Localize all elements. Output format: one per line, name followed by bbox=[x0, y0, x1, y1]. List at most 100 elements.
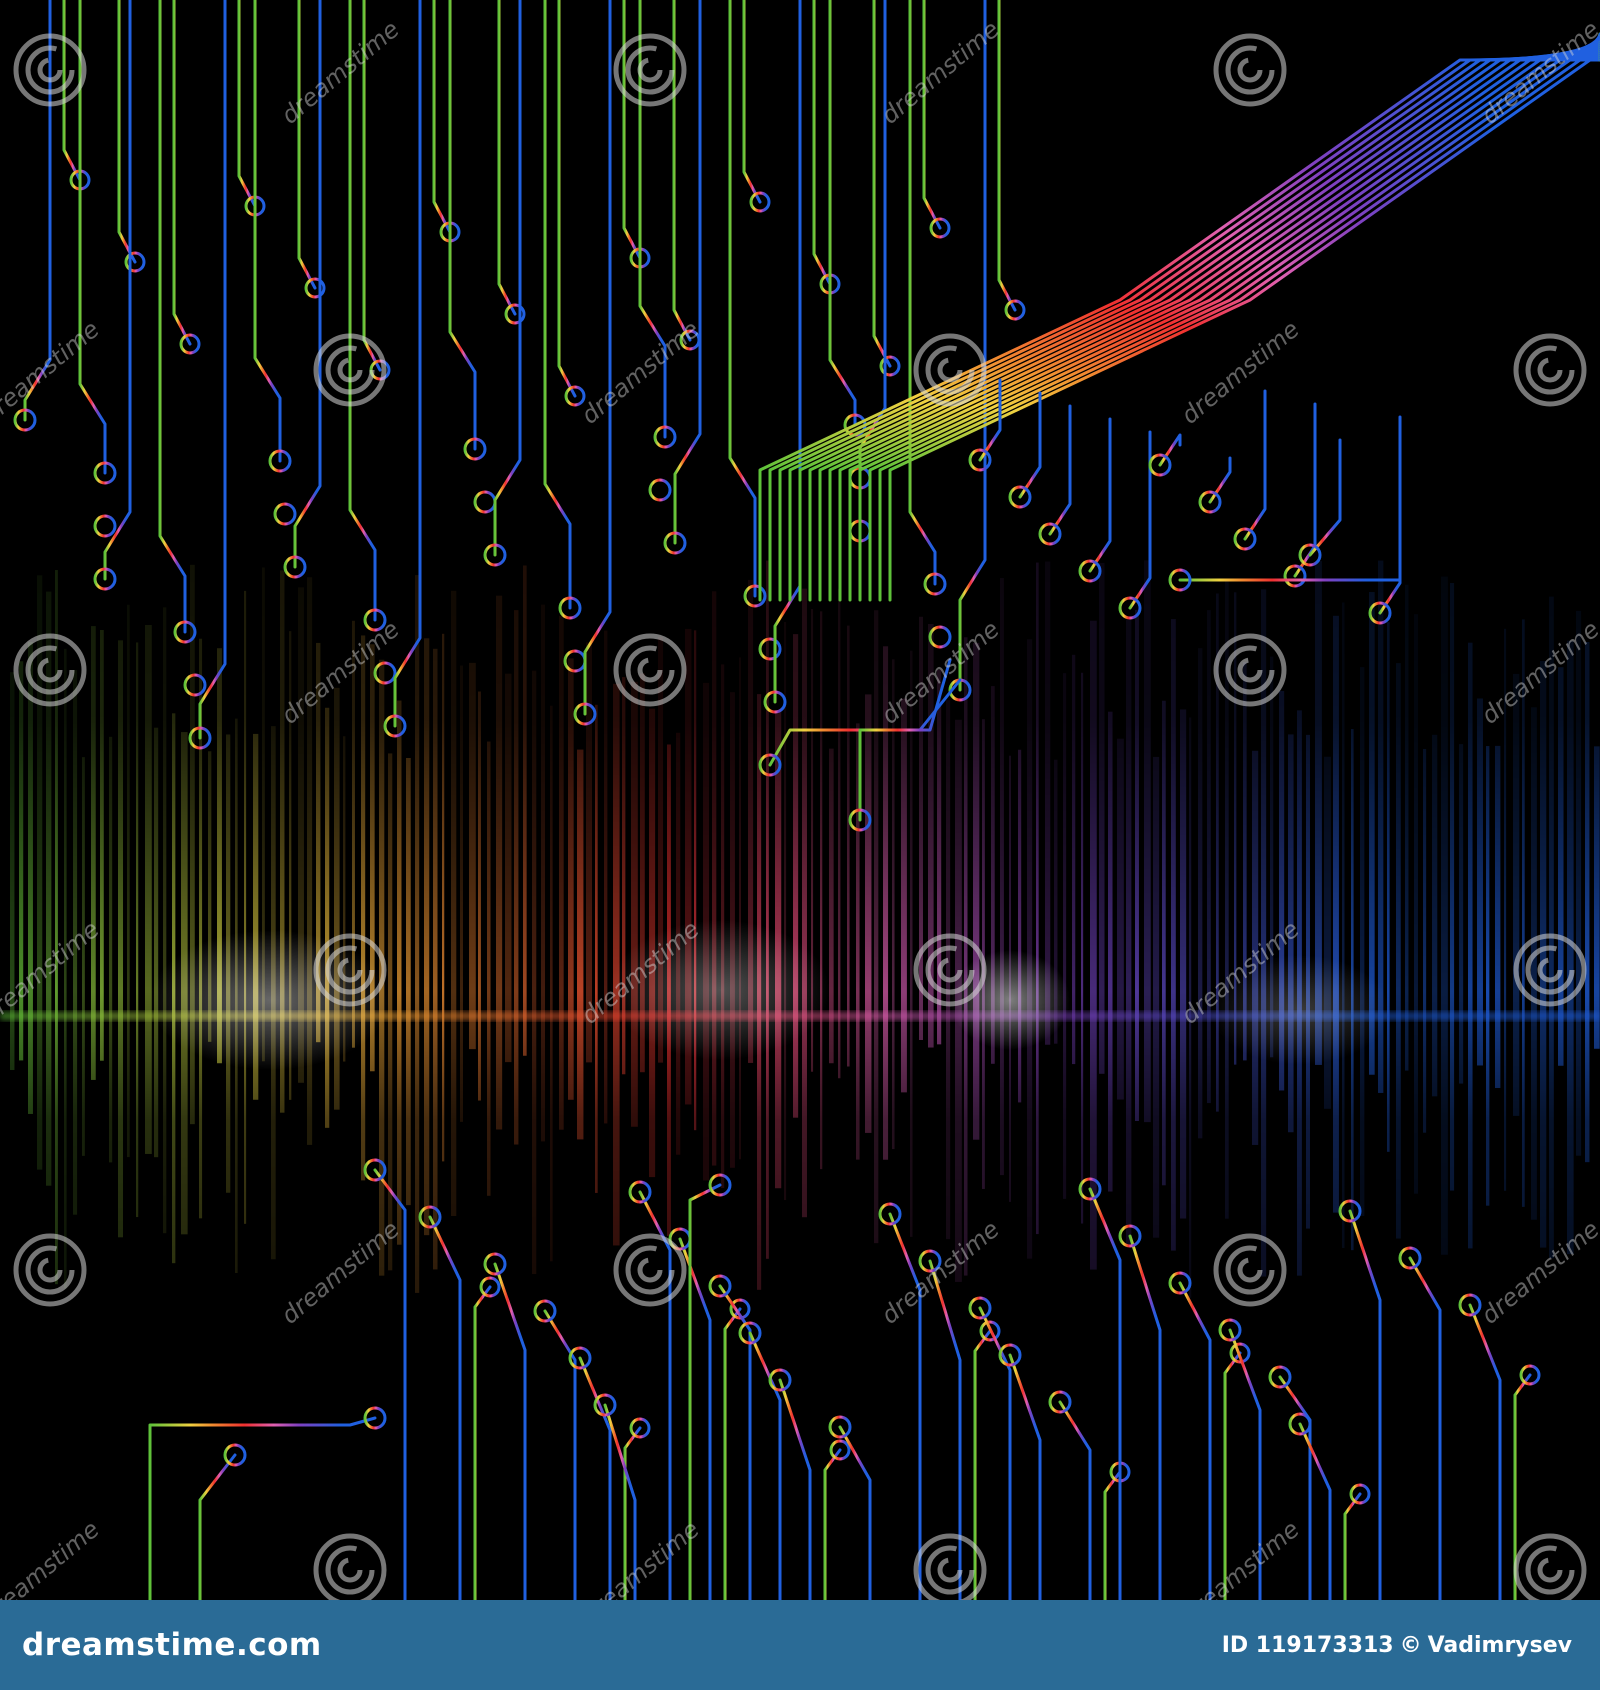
author-name[interactable]: Vadimrysev bbox=[1428, 1633, 1572, 1658]
light-streak bbox=[1342, 602, 1345, 1248]
light-streak bbox=[496, 595, 503, 1130]
light-streak bbox=[1171, 619, 1176, 1251]
light-streak bbox=[1432, 734, 1438, 1097]
light-streak bbox=[901, 698, 907, 1093]
light-streak bbox=[514, 610, 519, 1145]
light-streak bbox=[577, 749, 584, 1140]
light-streak bbox=[541, 604, 546, 1142]
light-streak bbox=[532, 670, 537, 1275]
light-streak bbox=[1522, 619, 1525, 1207]
light-streak bbox=[136, 642, 139, 1218]
light-streak bbox=[1423, 748, 1427, 1133]
light-streak bbox=[604, 630, 608, 1124]
light-streak bbox=[505, 673, 512, 1063]
light-streak bbox=[1486, 746, 1490, 1206]
light-streak bbox=[802, 588, 807, 1218]
light-streak bbox=[28, 642, 33, 1114]
light-streak bbox=[1162, 700, 1166, 1186]
light-streak bbox=[631, 681, 638, 1127]
light-streak bbox=[1450, 582, 1455, 1191]
copyright-symbol: © bbox=[1399, 1632, 1422, 1658]
light-streak bbox=[550, 705, 553, 1262]
light-streak bbox=[1180, 709, 1187, 1219]
light-streak bbox=[793, 634, 799, 1118]
light-streak bbox=[460, 665, 464, 1122]
light-streak bbox=[361, 635, 366, 1181]
light-streak bbox=[1090, 620, 1097, 1270]
light-streak bbox=[433, 648, 438, 1270]
light-streak bbox=[325, 707, 330, 1128]
light-streak bbox=[406, 757, 411, 1206]
light-streak bbox=[397, 700, 402, 1245]
light-streak bbox=[1000, 578, 1004, 1176]
light-streak bbox=[1036, 562, 1039, 1235]
light-streak bbox=[1540, 661, 1547, 1248]
light-streak bbox=[1153, 756, 1160, 1238]
light-streak bbox=[469, 662, 476, 1050]
light-streak bbox=[1027, 639, 1033, 1259]
light-streak bbox=[1405, 584, 1409, 1071]
light-streak bbox=[424, 638, 430, 1236]
light-streak bbox=[1126, 619, 1132, 1248]
light-streak bbox=[1549, 596, 1554, 1259]
image-credit: ID 119173313 © Vadimrysev bbox=[1222, 1633, 1572, 1658]
light-streak bbox=[1594, 746, 1600, 1049]
light-streak bbox=[739, 657, 742, 1160]
circuit-board-artwork: dreamstime dreamstime dreamstime dreamstime… bbox=[0, 0, 1600, 1600]
light-streak bbox=[838, 588, 841, 1079]
light-streak bbox=[1144, 560, 1151, 1123]
light-streak bbox=[244, 590, 247, 1224]
light-streak bbox=[487, 741, 491, 1196]
light-streak bbox=[568, 658, 574, 1100]
circuit-svg: dreamstime dreamstime dreamstimedreamstime… bbox=[0, 0, 1600, 1600]
light-streak bbox=[1585, 641, 1590, 1163]
light-streak bbox=[1207, 610, 1211, 1104]
light-streak bbox=[1108, 711, 1113, 1192]
light-streak bbox=[1531, 707, 1537, 1220]
light-streak bbox=[145, 624, 152, 1154]
light-streak bbox=[1099, 562, 1105, 1074]
light-streak bbox=[127, 604, 130, 1158]
light-streak bbox=[1441, 576, 1448, 1255]
light-streak bbox=[1495, 745, 1501, 1089]
light-streak bbox=[847, 625, 850, 1067]
light-streak bbox=[118, 640, 124, 1238]
light-streak bbox=[766, 560, 769, 1259]
footer-bar: dreamstime.com ID 119173313 © Vadimrysev bbox=[0, 1600, 1600, 1690]
glow-hotspot-red bbox=[610, 920, 830, 1060]
light-streak bbox=[964, 637, 968, 1276]
light-streak bbox=[1333, 615, 1339, 1213]
light-streak bbox=[82, 757, 85, 1156]
light-streak bbox=[442, 633, 445, 1162]
light-streak bbox=[865, 694, 872, 1133]
light-streak bbox=[1414, 614, 1418, 1194]
light-streak bbox=[712, 591, 717, 1166]
light-streak bbox=[1063, 673, 1067, 1199]
light-streak bbox=[1360, 667, 1365, 1216]
light-streak bbox=[1135, 609, 1139, 1122]
light-streak bbox=[154, 727, 159, 1158]
light-streak bbox=[1477, 698, 1483, 1066]
light-streak bbox=[1459, 744, 1464, 1084]
site-name[interactable]: dreamstime.com bbox=[22, 1627, 322, 1663]
light-streak bbox=[820, 611, 823, 1170]
light-streak bbox=[100, 630, 104, 1061]
light-streak bbox=[451, 590, 457, 1216]
light-streak bbox=[874, 610, 879, 1244]
light-streak bbox=[1018, 749, 1022, 1103]
light-streak bbox=[1072, 654, 1076, 1065]
light-streak bbox=[163, 607, 167, 1234]
light-streak bbox=[1468, 642, 1473, 1249]
light-streak bbox=[1387, 622, 1390, 1152]
light-streak bbox=[523, 565, 527, 1056]
light-streak bbox=[1396, 663, 1401, 1239]
light-streak bbox=[91, 626, 96, 1080]
light-streak bbox=[946, 700, 951, 1240]
glow-hotspot-yellow bbox=[150, 930, 390, 1070]
light-streak bbox=[1513, 673, 1520, 1116]
light-streak bbox=[1081, 672, 1084, 1224]
light-streak bbox=[595, 704, 598, 1193]
light-streak bbox=[892, 659, 895, 1150]
light-streak bbox=[109, 736, 113, 1163]
light-streak bbox=[1576, 610, 1582, 1156]
